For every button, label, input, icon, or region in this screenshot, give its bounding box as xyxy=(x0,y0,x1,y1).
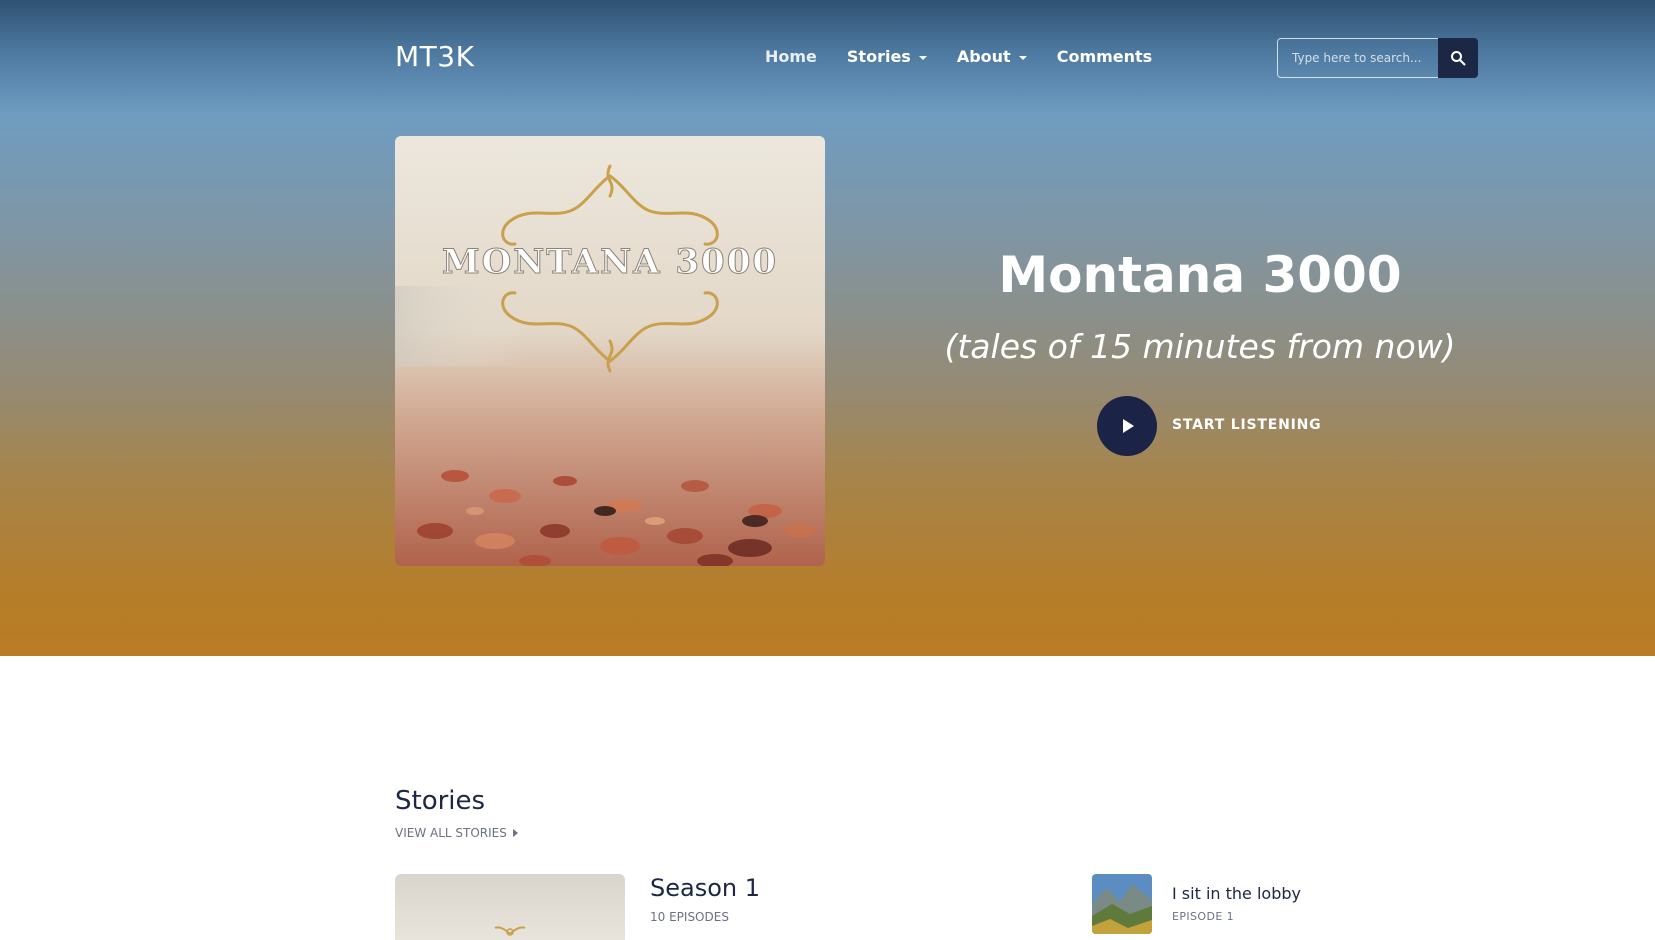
nav-item-label: Comments xyxy=(1056,47,1153,66)
cover-title-text: MONTANA 3000 xyxy=(442,242,778,282)
page-subtitle: (tales of 15 minutes from now) xyxy=(944,327,1456,366)
main-nav: Home Stories About Comments xyxy=(765,47,1152,66)
season-thumbnail[interactable] xyxy=(395,874,625,940)
view-all-label: VIEW ALL STORIES xyxy=(395,826,507,840)
play-icon xyxy=(1123,419,1134,433)
nav-item-label: Stories xyxy=(846,47,911,66)
search-icon xyxy=(1451,51,1466,66)
chevron-down-icon xyxy=(918,56,927,60)
start-listening-link[interactable]: START LISTENING xyxy=(1172,417,1321,433)
play-button[interactable] xyxy=(1097,396,1157,456)
site-logo[interactable]: MT3K xyxy=(395,40,474,73)
search-button[interactable] xyxy=(1438,38,1478,78)
hero-section: MT3K Home Stories About Comments Type he… xyxy=(0,0,1655,656)
search-input[interactable] xyxy=(1277,38,1438,78)
nav-item-label: Home xyxy=(765,47,817,66)
view-all-stories-link[interactable]: VIEW ALL STORIES xyxy=(395,826,518,840)
search-bar xyxy=(1277,38,1478,78)
nav-item-label: About xyxy=(956,47,1011,66)
nav-item-home[interactable]: Home xyxy=(765,47,817,66)
stories-heading: Stories xyxy=(395,786,486,816)
chevron-right-icon xyxy=(512,829,518,837)
episode-number: EPISODE 1 xyxy=(1172,910,1234,923)
episode-thumbnail[interactable] xyxy=(1092,874,1152,934)
page-title: Montana 3000 xyxy=(998,246,1402,304)
season-title[interactable]: Season 1 xyxy=(650,874,760,902)
season-episode-count: 10 EPISODES xyxy=(650,910,729,924)
nav-item-about[interactable]: About xyxy=(957,47,1027,66)
nav-item-stories[interactable]: Stories xyxy=(847,47,927,66)
episode-title[interactable]: I sit in the lobby xyxy=(1172,884,1301,903)
nav-item-comments[interactable]: Comments xyxy=(1057,47,1153,66)
chevron-down-icon xyxy=(1018,56,1027,60)
podcast-cover-art: MONTANA 3000 xyxy=(395,136,825,566)
